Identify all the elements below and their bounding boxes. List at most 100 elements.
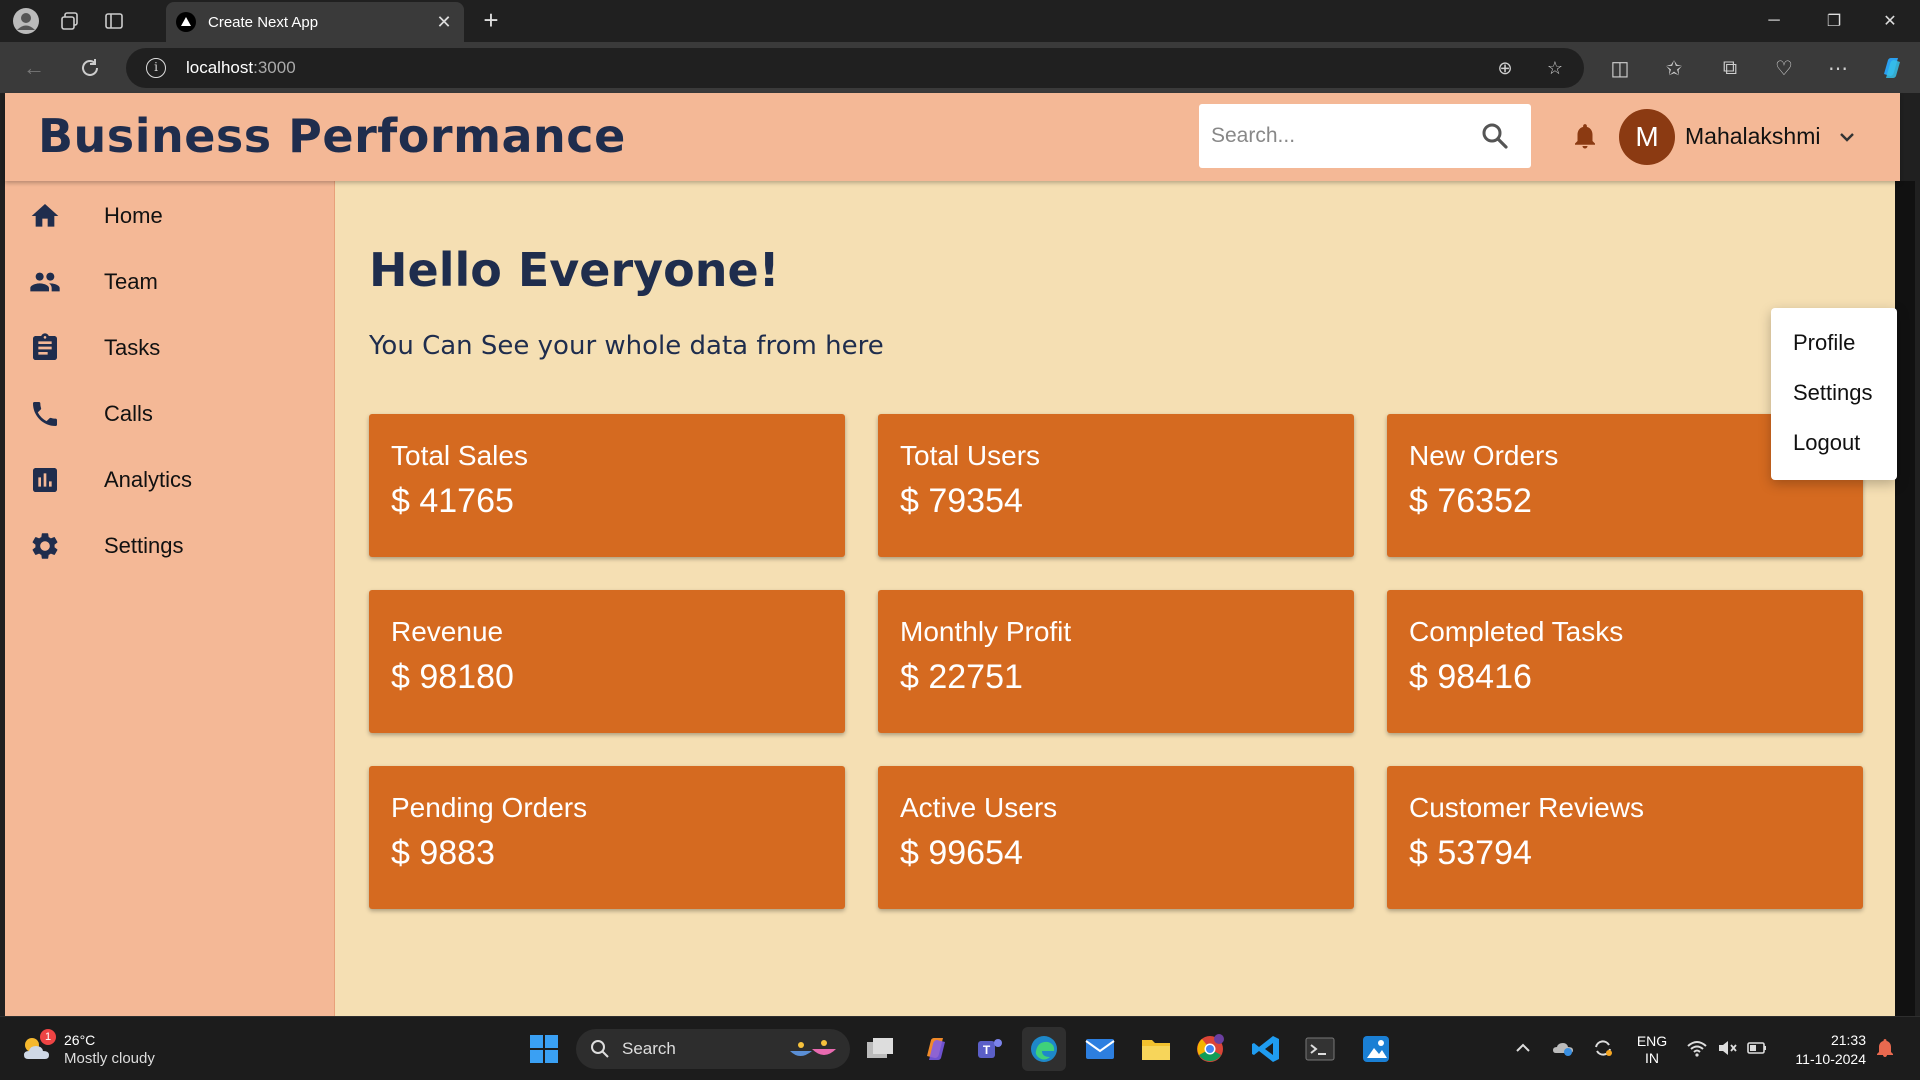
wifi-icon[interactable] <box>1686 1037 1708 1059</box>
battery-icon[interactable] <box>1746 1037 1768 1059</box>
menu-item-logout[interactable]: Logout <box>1793 430 1860 456</box>
stat-card: Monthly Profit $ 22751 <box>878 590 1354 733</box>
notification-center-icon[interactable] <box>1874 1037 1896 1059</box>
stat-card-value: $ 53794 <box>1409 834 1532 872</box>
search-input[interactable] <box>1199 104 1459 168</box>
mail-icon[interactable] <box>1078 1027 1122 1071</box>
stat-card-value: $ 76352 <box>1409 482 1532 520</box>
stat-card-title: Revenue <box>391 616 504 647</box>
stat-card-value: $ 99654 <box>900 834 1023 872</box>
brand-title: Business Performance <box>38 109 626 163</box>
tasks-icon <box>33 333 57 360</box>
stat-card: Completed Tasks $ 98416 <box>1387 590 1863 733</box>
chrome-icon[interactable] <box>1188 1027 1232 1071</box>
address-bar[interactable]: i localhost:3000 ⊕ ☆ <box>126 48 1584 88</box>
profile-icon[interactable] <box>8 3 44 39</box>
windows-logo-icon <box>530 1035 558 1063</box>
sidebar-item-team[interactable]: Team <box>5 255 335 309</box>
stat-card: Customer Reviews $ 53794 <box>1387 766 1863 909</box>
sidebar: Home Team Tasks Calls Analytics Settings <box>5 181 335 1016</box>
notification-bell-icon[interactable] <box>1570 121 1600 151</box>
minimize-button[interactable]: ─ <box>1746 0 1802 42</box>
start-button[interactable] <box>522 1027 566 1071</box>
clock[interactable]: 21:33 11-10-2024 <box>1786 1031 1866 1069</box>
workspaces-icon[interactable] <box>52 3 88 39</box>
page-title: Hello Everyone! <box>369 243 780 297</box>
app-header: Business Performance M Mahalakshmi <box>5 93 1900 181</box>
back-button[interactable]: ← <box>16 50 52 86</box>
weather-widget[interactable]: 1 26°C Mostly cloudy <box>20 1029 170 1069</box>
edge-icon[interactable] <box>1022 1027 1066 1071</box>
stat-card-title: Pending Orders <box>391 792 588 823</box>
search-icon <box>591 1040 609 1058</box>
stat-card-title: Completed Tasks <box>1409 616 1624 647</box>
chevron-down-icon[interactable] <box>1837 127 1857 147</box>
stat-card-value: $ 22751 <box>900 658 1023 696</box>
stat-card-title: Total Sales <box>391 440 528 471</box>
sidebar-item-calls[interactable]: Calls <box>5 387 335 441</box>
photos-app-icon[interactable] <box>1354 1027 1398 1071</box>
browser-tab[interactable]: Create Next App ✕ <box>166 2 464 42</box>
clock-time: 21:33 <box>1830 1032 1866 1048</box>
search-box[interactable] <box>1199 104 1531 168</box>
stat-card-title: Monthly Profit <box>900 616 1072 647</box>
sidebar-item-label: Analytics <box>104 467 193 492</box>
stat-card-value: $ 41765 <box>391 482 514 520</box>
sync-icon[interactable] <box>1592 1037 1614 1059</box>
site-info-icon[interactable]: i <box>146 58 166 78</box>
search-icon[interactable] <box>1481 122 1509 150</box>
new-tab-button[interactable]: + <box>476 6 506 36</box>
restore-button[interactable]: ❐ <box>1806 0 1862 42</box>
taskbar: 1 26°C Mostly cloudy Search T ENG IN 21:… <box>0 1016 1920 1080</box>
clock-date: 11-10-2024 <box>1795 1051 1866 1067</box>
taskbar-search[interactable]: Search <box>576 1029 850 1069</box>
stat-card-title: Total Users <box>900 440 1041 471</box>
refresh-button[interactable] <box>72 50 108 86</box>
phone-icon <box>33 402 57 426</box>
sidebar-item-label: Tasks <box>104 335 161 360</box>
onedrive-icon[interactable] <box>1552 1037 1574 1059</box>
favorites-icon[interactable]: ✩ <box>1656 50 1692 86</box>
browser-essentials-icon[interactable]: ♡ <box>1766 50 1802 86</box>
menu-item-profile[interactable]: Profile <box>1793 330 1855 356</box>
sidebar-item-settings[interactable]: Settings <box>5 519 335 573</box>
language-indicator[interactable]: ENG IN <box>1636 1033 1668 1067</box>
sidebar-item-label: Settings <box>104 533 184 558</box>
terminal-icon[interactable] <box>1298 1027 1342 1071</box>
nextjs-favicon-icon <box>176 12 196 32</box>
more-options-icon[interactable]: ⋯ <box>1820 50 1856 86</box>
teams-icon[interactable]: T <box>968 1027 1012 1071</box>
volume-muted-icon[interactable] <box>1716 1037 1738 1059</box>
page-subtitle: You Can See your whole data from here <box>369 331 884 361</box>
sidebar-item-label: Calls <box>104 401 153 426</box>
main-content: Hello Everyone! You Can See your whole d… <box>335 181 1900 1016</box>
team-icon <box>30 272 60 292</box>
sidebar-item-home[interactable]: Home <box>5 189 335 243</box>
url-text: localhost:3000 <box>186 58 296 77</box>
zoom-icon[interactable]: ⊕ <box>1494 58 1516 80</box>
task-view-icon[interactable] <box>858 1027 902 1071</box>
menu-item-settings[interactable]: Settings <box>1793 380 1873 406</box>
stat-card: Total Sales $ 41765 <box>369 414 845 557</box>
file-explorer-icon[interactable] <box>1134 1027 1178 1071</box>
split-screen-icon[interactable]: ◫ <box>1602 50 1638 86</box>
stat-card-value: $ 98180 <box>391 658 514 696</box>
vscode-icon[interactable] <box>1244 1027 1288 1071</box>
tab-actions-icon[interactable] <box>96 3 132 39</box>
favorite-star-icon[interactable]: ☆ <box>1544 58 1566 80</box>
tab-title: Create Next App <box>208 13 319 31</box>
stat-card: Revenue $ 98180 <box>369 590 845 733</box>
avatar[interactable]: M <box>1619 109 1675 165</box>
app-viewport: Business Performance M Mahalakshmi Home … <box>5 93 1900 1016</box>
user-name[interactable]: Mahalakshmi <box>1685 123 1821 150</box>
sidebar-item-tasks[interactable]: Tasks <box>5 321 335 375</box>
stat-card: Active Users $ 99654 <box>878 766 1354 909</box>
sidebar-item-analytics[interactable]: Analytics <box>5 453 335 507</box>
copilot-icon[interactable] <box>1874 50 1910 86</box>
close-window-button[interactable]: ✕ <box>1862 0 1918 42</box>
collections-icon[interactable]: ⧉ <box>1712 50 1748 86</box>
tab-close-icon[interactable]: ✕ <box>430 12 458 33</box>
chevron-up-icon[interactable] <box>1512 1037 1534 1059</box>
copilot-app-icon[interactable] <box>914 1027 958 1071</box>
user-menu: Profile Settings Logout <box>1771 308 1897 480</box>
